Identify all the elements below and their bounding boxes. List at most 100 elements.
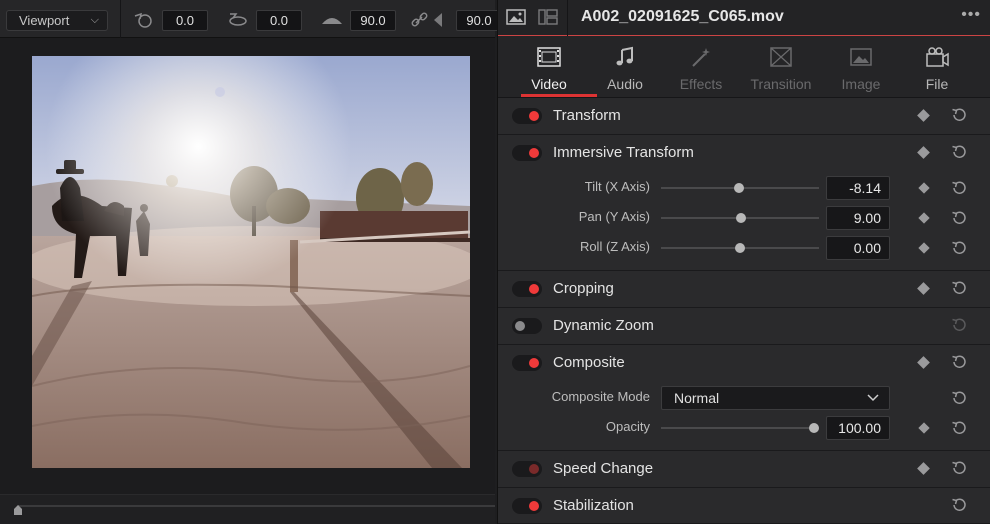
roll-value-field[interactable]: 0.00: [826, 236, 890, 260]
keyframe-diamond-icon[interactable]: [917, 109, 930, 122]
cropping-enable-toggle[interactable]: [512, 281, 542, 297]
keyframe-diamond-icon[interactable]: [918, 212, 930, 224]
keyframe-diamond-icon[interactable]: [918, 242, 930, 254]
composite-mode-value: Normal: [674, 390, 720, 406]
viewport-select[interactable]: Viewport ⌵: [6, 10, 108, 31]
speed-change-enable-toggle[interactable]: [512, 461, 542, 477]
tilt-label: Tilt (X Axis): [584, 179, 650, 194]
composite-mode-dropdown[interactable]: Normal: [661, 386, 890, 410]
toolbar-divider: [120, 0, 121, 38]
slider-knob[interactable]: [734, 183, 744, 193]
keyframe-diamond-icon[interactable]: [918, 182, 930, 194]
section-transform: Transform: [498, 98, 990, 135]
opacity-slider[interactable]: [661, 423, 819, 433]
viewer-toolbar: Viewport ⌵ 0.0 0.0 90.0 90.0: [0, 0, 502, 38]
section-header[interactable]: Cropping: [498, 271, 990, 307]
clip-filename: A002_02091625_C065.mov: [581, 8, 784, 25]
section-immersive-transform: Immersive Transform Tilt (X Axis) -8.14 …: [498, 135, 990, 271]
pan-row: Pan (Y Axis) 9.00: [498, 203, 990, 233]
scrubber-track[interactable]: [18, 505, 495, 507]
tab-video[interactable]: Video: [509, 36, 597, 98]
tab-image-label: Image: [841, 76, 881, 92]
reset-icon[interactable]: [950, 179, 968, 197]
composite-mode-label: Composite Mode: [551, 389, 650, 404]
tab-file[interactable]: File: [897, 36, 977, 98]
section-header[interactable]: Immersive Transform: [498, 135, 990, 171]
link-icon[interactable]: [408, 10, 432, 30]
tab-audio[interactable]: Audio: [585, 36, 665, 98]
section-header[interactable]: Transform: [498, 98, 990, 134]
dynamic-zoom-enable-toggle[interactable]: [512, 318, 542, 334]
reset-icon[interactable]: [950, 279, 968, 297]
section-header[interactable]: Composite: [498, 345, 990, 381]
tab-file-label: File: [925, 76, 949, 92]
rotate-yaw-icon[interactable]: [226, 10, 250, 30]
keyframe-diamond-icon[interactable]: [917, 462, 930, 475]
playhead-icon[interactable]: [13, 505, 23, 515]
viewer-panel: Viewport ⌵ 0.0 0.0 90.0 90.0: [0, 0, 502, 524]
tilt-slider[interactable]: [661, 183, 819, 193]
section-header[interactable]: Dynamic Zoom: [498, 308, 990, 344]
opacity-row: Opacity 100.00: [498, 413, 990, 443]
keyframe-diamond-icon[interactable]: [917, 146, 930, 159]
reset-icon[interactable]: [950, 106, 968, 124]
reset-icon[interactable]: [950, 316, 968, 334]
chevron-down-icon: [867, 394, 879, 402]
inspector-tabs: Video Audio Effects Transition Image Fil…: [498, 36, 990, 98]
pitch-value-field[interactable]: 0.0: [162, 10, 208, 31]
tab-effects[interactable]: Effects: [661, 36, 741, 98]
file-reel-icon: [926, 47, 949, 67]
magic-wand-icon: [692, 48, 710, 67]
slider-knob[interactable]: [809, 423, 819, 433]
image-icon[interactable]: [506, 8, 526, 26]
immersive-enable-toggle[interactable]: [512, 145, 542, 161]
reset-icon[interactable]: [950, 419, 968, 437]
composite-enable-toggle[interactable]: [512, 355, 542, 371]
tab-effects-label: Effects: [679, 76, 723, 92]
pan-value-field[interactable]: 9.00: [826, 206, 890, 230]
slider-knob[interactable]: [736, 213, 746, 223]
yaw-value-field[interactable]: 0.0: [256, 10, 302, 31]
reset-icon[interactable]: [950, 239, 968, 257]
pan-slider[interactable]: [661, 213, 819, 223]
pan-label: Pan (Y Axis): [578, 209, 650, 224]
tilt-value-field[interactable]: -8.14: [826, 176, 890, 200]
keyframe-diamond-icon[interactable]: [918, 422, 930, 434]
roll-label: Roll (Z Axis): [579, 239, 650, 254]
tab-audio-label: Audio: [607, 76, 643, 92]
reset-icon[interactable]: [950, 389, 968, 407]
roll-slider[interactable]: [661, 243, 819, 253]
zoom-value-field[interactable]: 90.0: [456, 10, 502, 31]
composite-mode-row: Composite Mode Normal: [498, 383, 990, 413]
reset-icon[interactable]: [950, 459, 968, 477]
section-title: Transform: [553, 107, 621, 124]
tilt-row: Tilt (X Axis) -8.14: [498, 173, 990, 203]
field-of-view-icon[interactable]: [320, 10, 344, 30]
keyframe-diamond-icon[interactable]: [917, 356, 930, 369]
more-options-button[interactable]: •••: [961, 6, 981, 24]
header-divider: [567, 0, 568, 36]
keyframe-diamond-icon[interactable]: [917, 282, 930, 295]
tab-transition[interactable]: Transition: [741, 36, 821, 98]
reset-icon[interactable]: [950, 496, 968, 514]
rotate-pitch-icon[interactable]: [132, 10, 156, 30]
stabilization-enable-toggle[interactable]: [512, 498, 542, 514]
reset-icon[interactable]: [950, 353, 968, 371]
clip-layout-icon[interactable]: [538, 8, 558, 26]
viewer-scrubber[interactable]: [0, 494, 495, 524]
section-title: Immersive Transform: [553, 144, 694, 161]
tab-video-label: Video: [531, 76, 567, 92]
slider-knob[interactable]: [735, 243, 745, 253]
section-header[interactable]: Stabilization: [498, 488, 990, 524]
section-cropping: Cropping: [498, 271, 990, 308]
section-header[interactable]: Speed Change: [498, 451, 990, 487]
fov-value-field[interactable]: 90.0: [350, 10, 396, 31]
roll-row: Roll (Z Axis) 0.00: [498, 233, 990, 263]
reset-icon[interactable]: [950, 143, 968, 161]
transform-enable-toggle[interactable]: [512, 108, 542, 124]
tab-image[interactable]: Image: [821, 36, 901, 98]
opacity-value-field[interactable]: 100.00: [826, 416, 890, 440]
triangle-left-icon[interactable]: [430, 10, 446, 30]
reset-icon[interactable]: [950, 209, 968, 227]
inspector-panel: A002_02091625_C065.mov ••• Video Audio E…: [497, 0, 990, 524]
